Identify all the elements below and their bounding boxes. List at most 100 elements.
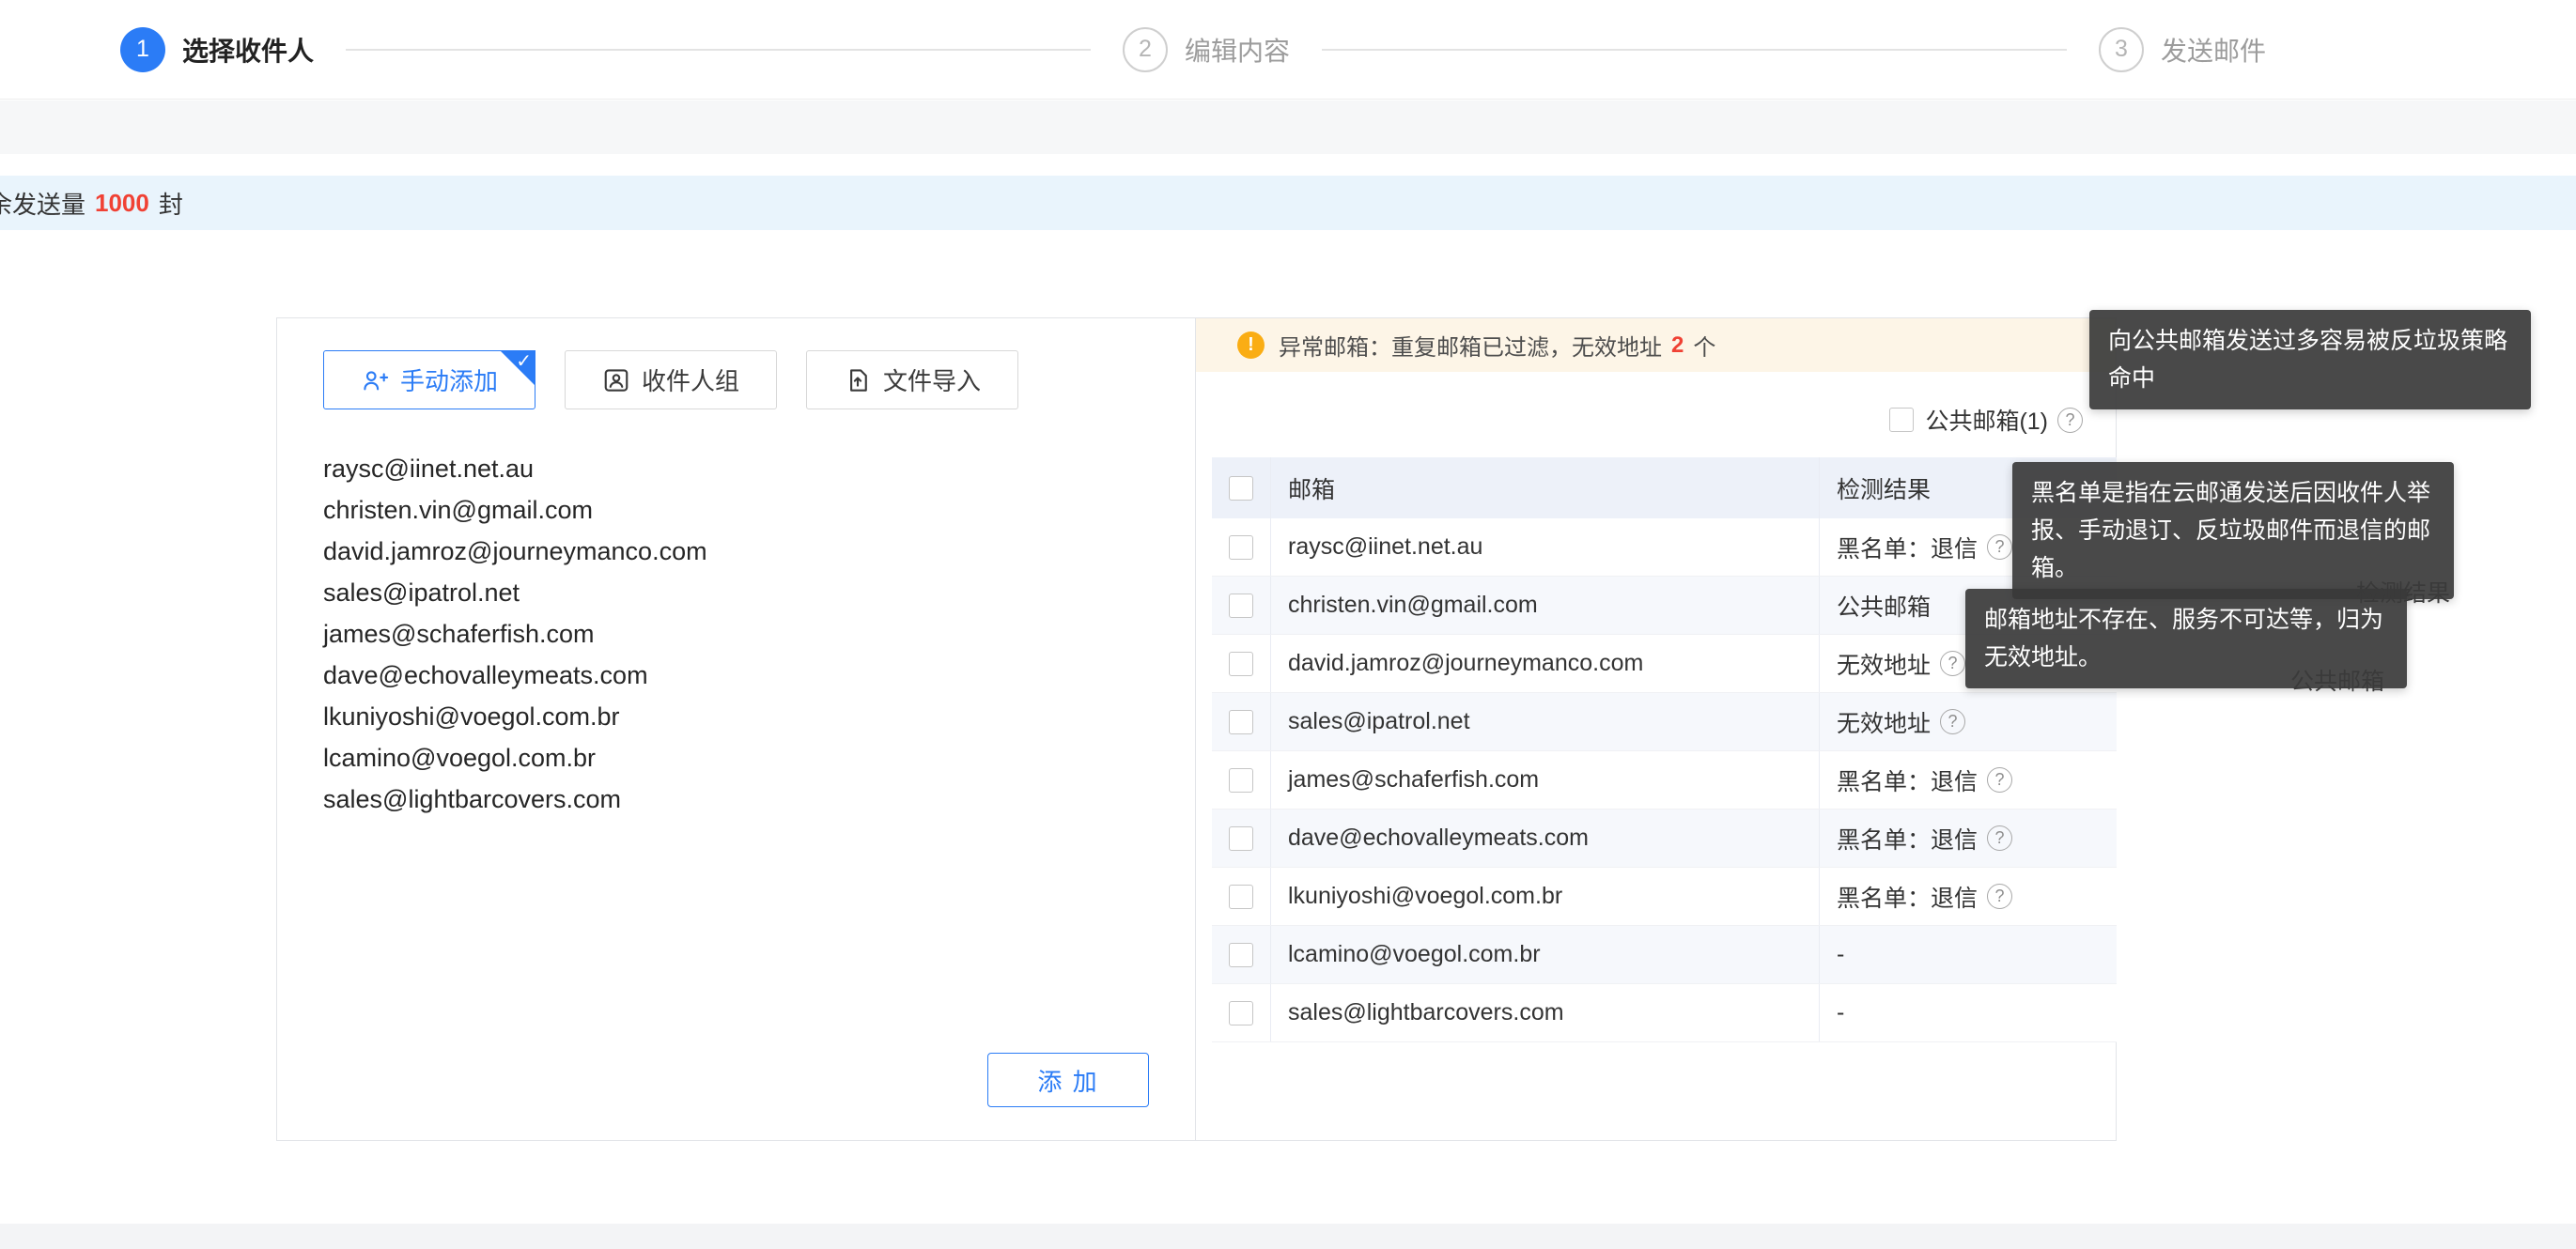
help-icon[interactable]: ?	[1987, 767, 2012, 793]
tab-manual-add[interactable]: 手动添加 ✓	[323, 350, 535, 409]
warning-bar: ! 异常邮箱：重复邮箱已过滤，无效地址 2 个	[1196, 318, 2116, 372]
detection-table: 邮箱 检测结果 raysc@iinet.net.au 黑名单：退信? chris…	[1212, 457, 2117, 1042]
tab-manual-add-label: 手动添加	[400, 362, 498, 397]
table-row: raysc@iinet.net.au 黑名单：退信?	[1212, 518, 2117, 577]
row-checkbox[interactable]	[1229, 826, 1253, 851]
row-result: 黑名单：退信	[1837, 763, 1978, 797]
row-result: 黑名单：退信	[1837, 880, 1978, 914]
invalid-count: 2	[1671, 332, 1684, 359]
detection-result-panel: ! 异常邮箱：重复邮箱已过滤，无效地址 2 个 公共邮箱(1) ? 邮箱 检测结…	[1196, 318, 2116, 1140]
row-result: 无效地址	[1837, 705, 1931, 739]
row-checkbox[interactable]	[1229, 594, 1253, 618]
row-checkbox[interactable]	[1229, 652, 1253, 676]
row-result: 无效地址	[1837, 647, 1931, 681]
recipient-picker-card: 手动添加 ✓ 收件人组 文件	[276, 317, 2117, 1141]
row-email: james@schaferfish.com	[1271, 751, 1820, 809]
help-icon[interactable]: ?	[1987, 534, 2012, 560]
public-mailbox-label: 公共邮箱(1)	[1925, 403, 2048, 437]
row-checkbox[interactable]	[1229, 768, 1253, 793]
tab-file-import[interactable]: 文件导入	[806, 350, 1018, 409]
row-result: 公共邮箱	[1837, 589, 1931, 623]
step-2: 2 编辑内容	[1123, 27, 1290, 72]
row-checkbox[interactable]	[1229, 1001, 1253, 1025]
warning-icon: !	[1237, 332, 1265, 359]
step-connector	[346, 49, 1091, 51]
add-button[interactable]: 添 加	[987, 1053, 1149, 1107]
recipients-textarea[interactable]: raysc@iinet.net.au christen.vin@gmail.co…	[323, 448, 1150, 820]
recipient-line: sales@lightbarcovers.com	[323, 779, 1150, 820]
recipient-line: dave@echovalleymeats.com	[323, 655, 1150, 696]
recipient-line: james@schaferfish.com	[323, 613, 1150, 655]
table-row: sales@ipatrol.net 无效地址?	[1212, 693, 2117, 751]
row-checkbox[interactable]	[1229, 885, 1253, 909]
recipient-line: lcamino@voegol.com.br	[323, 737, 1150, 779]
step-3-circle: 3	[2099, 27, 2144, 72]
bottom-strip	[0, 1224, 2576, 1249]
tooltip-invalid-address: 邮箱地址不存在、服务不可达等，归为无效地址。	[1965, 589, 2407, 688]
tab-recipient-group[interactable]: 收件人组	[565, 350, 777, 409]
step-1-label: 选择收件人	[182, 31, 314, 69]
step-1-circle: 1	[120, 27, 165, 72]
tooltip-blacklist: 黑名单是指在云邮通发送后因收件人举报、手动退订、反垃圾邮件而退信的邮箱。	[2012, 462, 2454, 599]
step-connector	[1322, 49, 2067, 51]
help-icon[interactable]: ?	[1940, 651, 1965, 676]
recipient-line: raysc@iinet.net.au	[323, 448, 1150, 489]
row-email: lcamino@voegol.com.br	[1271, 926, 1820, 983]
table-row: lcamino@voegol.com.br -	[1212, 926, 2117, 984]
step-3: 3 发送邮件	[2099, 27, 2266, 72]
tooltip-public-mailbox: 向公共邮箱发送过多容易被反垃圾策略命中	[2089, 310, 2531, 409]
quota-amount: 1000	[95, 189, 149, 218]
select-all-checkbox[interactable]	[1229, 476, 1253, 501]
row-email: raysc@iinet.net.au	[1271, 518, 1820, 576]
help-icon[interactable]: ?	[1987, 884, 2012, 909]
row-result: -	[1837, 999, 1844, 1026]
recipient-line: lkuniyoshi@voegol.com.br	[323, 696, 1150, 737]
step-3-label: 发送邮件	[2161, 31, 2266, 69]
row-checkbox[interactable]	[1229, 535, 1253, 560]
active-tab-check-icon: ✓	[516, 349, 532, 373]
row-email: sales@lightbarcovers.com	[1271, 984, 1820, 1041]
step-2-circle: 2	[1123, 27, 1168, 72]
input-mode-tabs: 手动添加 ✓ 收件人组 文件	[323, 350, 1018, 409]
table-row: sales@lightbarcovers.com -	[1212, 984, 2117, 1042]
step-2-label: 编辑内容	[1185, 31, 1290, 69]
spacer-strip	[0, 100, 2576, 154]
quota-unit: 封	[159, 186, 183, 221]
manual-add-icon	[361, 366, 389, 394]
public-mailbox-help-icon[interactable]: ?	[2057, 408, 2083, 433]
row-email: sales@ipatrol.net	[1271, 693, 1820, 750]
table-row: lkuniyoshi@voegol.com.br 黑名单：退信?	[1212, 868, 2117, 926]
tab-file-import-label: 文件导入	[883, 362, 981, 397]
row-email: dave@echovalleymeats.com	[1271, 810, 1820, 867]
row-checkbox[interactable]	[1229, 943, 1253, 967]
row-email: lkuniyoshi@voegol.com.br	[1271, 868, 1820, 925]
public-mailbox-checkbox[interactable]	[1889, 408, 1914, 432]
tab-recipient-group-label: 收件人组	[642, 362, 739, 397]
recipient-input-panel: 手动添加 ✓ 收件人组 文件	[277, 318, 1196, 1140]
row-result: 黑名单：退信	[1837, 531, 1978, 564]
table-row: james@schaferfish.com 黑名单：退信?	[1212, 751, 2117, 810]
step-header: 1 选择收件人 2 编辑内容 3 发送邮件	[0, 0, 2576, 100]
recipient-line: christen.vin@gmail.com	[323, 489, 1150, 531]
warning-text: 异常邮箱：重复邮箱已过滤，无效地址	[1279, 329, 1662, 362]
recipient-group-icon	[602, 366, 630, 394]
step-1: 1 选择收件人	[120, 27, 314, 72]
bulk-mail-wizard-page: 1 选择收件人 2 编辑内容 3 发送邮件 余发送量 1000 封	[0, 0, 2576, 1249]
table-row: dave@echovalleymeats.com 黑名单：退信?	[1212, 810, 2117, 868]
quota-label: 余发送量	[0, 186, 85, 221]
row-result: 黑名单：退信	[1837, 822, 1978, 856]
row-result: -	[1837, 941, 1844, 968]
public-mailbox-filter: 公共邮箱(1) ?	[1889, 403, 2083, 437]
row-checkbox[interactable]	[1229, 710, 1253, 734]
row-email: christen.vin@gmail.com	[1271, 577, 1820, 634]
help-icon[interactable]: ?	[1940, 709, 1965, 734]
recipient-line: david.jamroz@journeymanco.com	[323, 531, 1150, 572]
table-header-row: 邮箱 检测结果	[1212, 457, 2117, 518]
quota-banner: 余发送量 1000 封	[0, 176, 2576, 230]
row-email: david.jamroz@journeymanco.com	[1271, 635, 1820, 692]
recipient-line: sales@ipatrol.net	[323, 572, 1150, 613]
warning-suffix: 个	[1693, 329, 1715, 362]
file-import-icon	[844, 366, 872, 394]
email-column-header: 邮箱	[1271, 457, 1820, 518]
help-icon[interactable]: ?	[1987, 825, 2012, 851]
